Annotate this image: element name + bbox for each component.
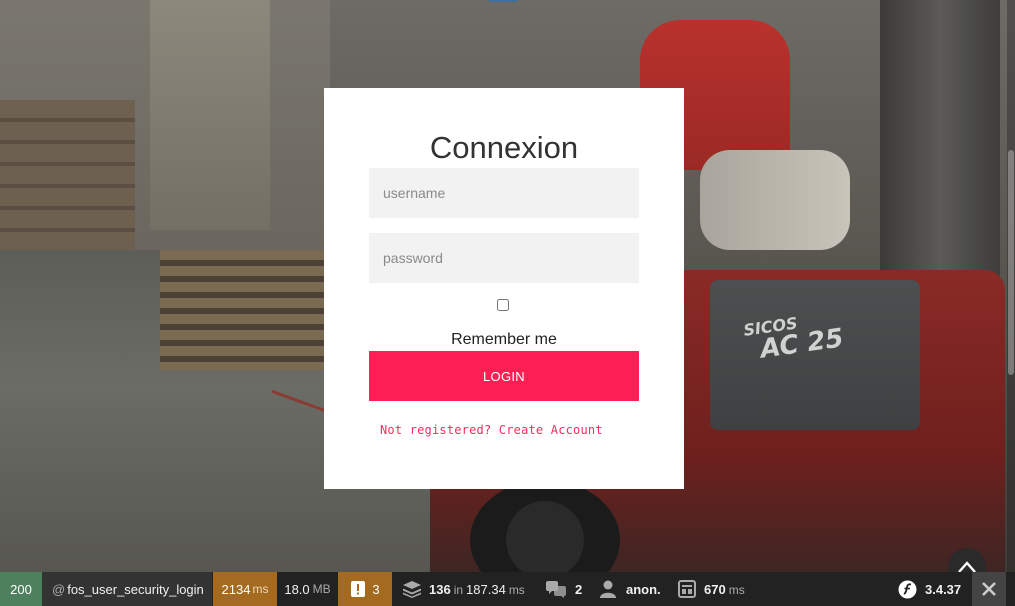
warnings-count: 3: [372, 581, 380, 597]
password-input[interactable]: [369, 233, 639, 283]
close-toolbar-button[interactable]: [972, 572, 1006, 606]
translation-icon: [546, 581, 566, 598]
warnings-panel[interactable]: 3: [338, 572, 392, 606]
memory-panel[interactable]: 18.0 MB: [277, 572, 338, 606]
security-panel[interactable]: anon.: [600, 572, 661, 606]
queries-count: 136: [429, 581, 451, 597]
translation-count: 2: [575, 581, 583, 597]
page-scrollbar[interactable]: [1007, 0, 1015, 572]
cache-unit: ms: [728, 582, 745, 597]
top-link-fragment: [488, 0, 518, 2]
translation-panel[interactable]: 2: [545, 572, 582, 606]
background-forklift-mast: [880, 0, 1000, 290]
cache-value: 670: [704, 581, 726, 597]
request-time-unit: ms: [252, 582, 269, 596]
create-account-link[interactable]: Not registered? Create Account: [380, 423, 603, 437]
user-name: anon.: [626, 581, 661, 597]
symfony-version-panel[interactable]: 3.4.37: [898, 572, 961, 606]
cache-panel[interactable]: 670 ms: [678, 572, 745, 606]
status-code-badge[interactable]: 200: [0, 572, 42, 606]
memory-unit: MB: [312, 582, 331, 596]
cache-icon: [678, 580, 696, 598]
warning-icon: [351, 581, 366, 597]
login-card: Connexion Remember me LOGIN Not register…: [324, 88, 684, 489]
login-button[interactable]: LOGIN: [369, 351, 639, 401]
login-title: Connexion: [429, 130, 579, 165]
symfony-version: 3.4.37: [925, 581, 962, 597]
background-shelf: [0, 100, 135, 260]
symfony-debug-toolbar: 200 @ fos_user_security_login 2134 ms 18…: [0, 572, 1015, 606]
queries-time-unit: ms: [508, 582, 525, 597]
route-panel[interactable]: @ fos_user_security_login: [42, 572, 212, 606]
remember-me-checkbox[interactable]: [497, 299, 509, 311]
background-pallet: [160, 250, 330, 370]
memory-value: 18.0: [284, 581, 310, 597]
status-code: 200: [10, 581, 32, 597]
database-panel[interactable]: 136 in 187.34 ms: [402, 572, 525, 606]
queries-time: 187.34: [466, 581, 506, 597]
username-input[interactable]: [369, 168, 639, 218]
background-worker-legs: [700, 150, 850, 250]
close-icon: [982, 582, 996, 596]
route-prefix: @: [52, 581, 66, 597]
remember-me-label: Remember me: [451, 331, 557, 348]
request-time-value: 2134: [221, 581, 251, 597]
layers-icon: [403, 581, 421, 598]
queries-in-label: in: [453, 582, 464, 597]
symfony-logo-icon: [898, 580, 917, 598]
scrollbar-thumb[interactable]: [1008, 150, 1014, 375]
user-icon: [600, 580, 616, 598]
route-name: fos_user_security_login: [67, 581, 204, 597]
background-door: [150, 0, 270, 230]
request-time-panel[interactable]: 2134 ms: [213, 572, 277, 606]
